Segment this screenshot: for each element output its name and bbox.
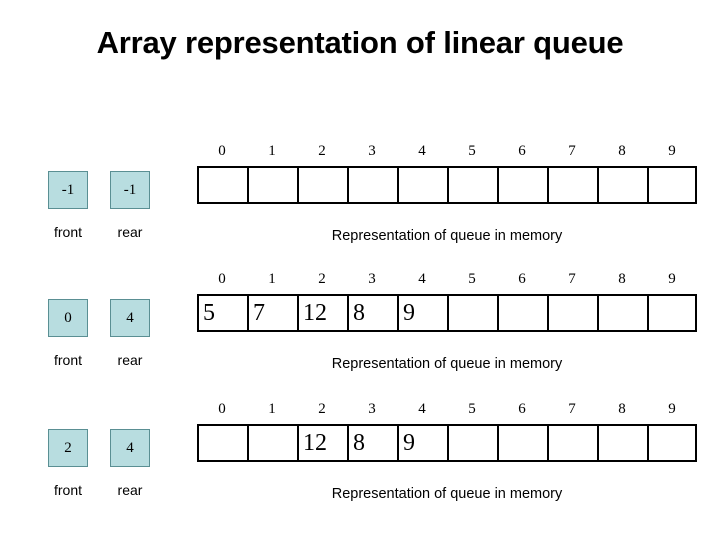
array-index-label: 6 <box>518 143 526 159</box>
front-pointer-label: front <box>53 224 82 240</box>
array-index-label: 8 <box>618 401 626 417</box>
array-cell <box>549 296 599 330</box>
array-index-label: 0 <box>218 143 226 159</box>
array-index-label: 9 <box>668 401 676 417</box>
array-index-label: 9 <box>668 271 676 287</box>
array-index-label: 4 <box>418 143 426 159</box>
array-index-label: 0 <box>218 401 226 417</box>
rear-value-box: 4 <box>110 429 150 467</box>
array-cell <box>549 426 599 460</box>
front-value-box: -1 <box>48 171 88 209</box>
rear-pointer-group-1: -1 rear <box>110 171 150 240</box>
row-caption: Representation of queue in memory <box>331 486 563 502</box>
array-index-label: 9 <box>668 143 676 159</box>
array-index-label: 1 <box>268 143 276 159</box>
front-pointer-group-3: 2 front <box>48 429 88 498</box>
array-cell <box>199 168 249 202</box>
array-cell: 9 <box>399 426 449 460</box>
front-value-box: 2 <box>48 429 88 467</box>
array-cells-strip: 12 8 9 <box>197 424 697 462</box>
array-cell <box>449 426 499 460</box>
array-index-label: 3 <box>368 271 376 287</box>
row-caption: Representation of queue in memory <box>331 356 563 372</box>
array-index-label: 8 <box>618 271 626 287</box>
array-cell <box>649 426 695 460</box>
array-index-label: 6 <box>518 271 526 287</box>
rear-value-box: 4 <box>110 299 150 337</box>
front-value-box: 0 <box>48 299 88 337</box>
array-cell: 8 <box>349 296 399 330</box>
array-index-label: 1 <box>268 401 276 417</box>
array-cell <box>599 296 649 330</box>
array-cell <box>599 426 649 460</box>
array-index-label: 3 <box>368 401 376 417</box>
array-index-label: 7 <box>568 271 576 287</box>
array-cell <box>349 168 399 202</box>
array-index-label: 7 <box>568 143 576 159</box>
array-index-label: 2 <box>318 143 326 159</box>
array-cell <box>249 426 299 460</box>
array-cell <box>449 296 499 330</box>
front-pointer-label: front <box>53 482 82 498</box>
array-cell: 12 <box>299 296 349 330</box>
rear-pointer-label: rear <box>117 352 143 368</box>
array-cell <box>649 168 695 202</box>
array-cell <box>549 168 599 202</box>
array-index-strip: 0 1 2 3 4 5 6 7 8 9 <box>197 268 697 294</box>
array-cell: 9 <box>399 296 449 330</box>
array-index-label: 7 <box>568 401 576 417</box>
array-index-label: 5 <box>468 271 476 287</box>
rear-pointer-group-2: 4 rear <box>110 299 150 368</box>
array-index-label: 4 <box>418 271 426 287</box>
array-cell: 8 <box>349 426 399 460</box>
array-cell <box>499 426 549 460</box>
rear-value-box: -1 <box>110 171 150 209</box>
array-cell <box>499 168 549 202</box>
array-index-label: 0 <box>218 271 226 287</box>
array-cell <box>249 168 299 202</box>
rear-pointer-label: rear <box>117 224 143 240</box>
queue-array-3: 0 1 2 3 4 5 6 7 8 9 12 8 9 <box>197 398 697 462</box>
front-pointer-group-1: -1 front <box>48 171 88 240</box>
array-index-label: 6 <box>518 401 526 417</box>
array-index-label: 1 <box>268 271 276 287</box>
array-index-label: 5 <box>468 143 476 159</box>
array-index-strip: 0 1 2 3 4 5 6 7 8 9 <box>197 140 697 166</box>
array-index-strip: 0 1 2 3 4 5 6 7 8 9 <box>197 398 697 424</box>
rear-pointer-group-3: 4 rear <box>110 429 150 498</box>
array-cell <box>649 296 695 330</box>
rear-pointer-label: rear <box>117 482 143 498</box>
array-cell: 7 <box>249 296 299 330</box>
array-cells-strip <box>197 166 697 204</box>
front-pointer-label: front <box>53 352 82 368</box>
array-cell <box>399 168 449 202</box>
array-cell <box>299 168 349 202</box>
array-cell <box>199 426 249 460</box>
array-index-label: 3 <box>368 143 376 159</box>
array-cell: 12 <box>299 426 349 460</box>
array-index-label: 4 <box>418 401 426 417</box>
array-cell <box>499 296 549 330</box>
queue-array-1: 0 1 2 3 4 5 6 7 8 9 <box>197 140 697 204</box>
array-index-label: 2 <box>318 271 326 287</box>
array-index-label: 2 <box>318 401 326 417</box>
array-cell <box>449 168 499 202</box>
array-cells-strip: 5 7 12 8 9 <box>197 294 697 332</box>
page-title: Array representation of linear queue <box>96 25 624 60</box>
array-index-label: 8 <box>618 143 626 159</box>
array-cell <box>599 168 649 202</box>
queue-array-2: 0 1 2 3 4 5 6 7 8 9 5 7 12 8 9 <box>197 268 697 332</box>
front-pointer-group-2: 0 front <box>48 299 88 368</box>
row-caption: Representation of queue in memory <box>331 228 563 244</box>
array-cell: 5 <box>199 296 249 330</box>
array-index-label: 5 <box>468 401 476 417</box>
